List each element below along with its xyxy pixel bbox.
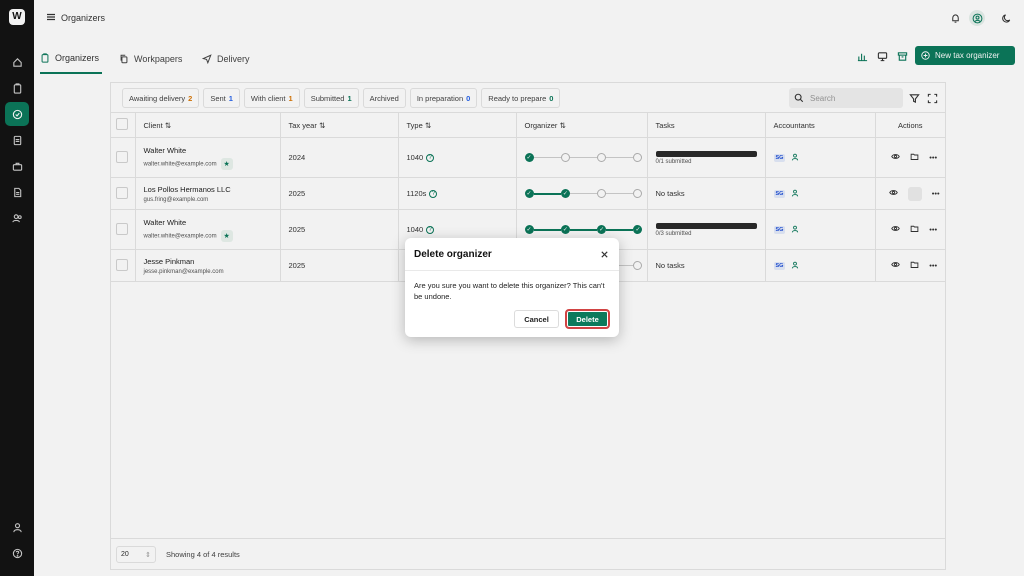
dialog-message: Are you sure you want to delete this org… [414,281,605,301]
cancel-button[interactable]: Cancel [514,310,559,328]
close-icon[interactable] [598,248,610,260]
delete-button[interactable]: Delete [565,309,610,329]
delete-organizer-dialog: Delete organizer Are you sure you want t… [405,238,619,337]
dialog-title: Delete organizer [414,249,492,260]
dialog-header: Delete organizer [405,238,619,271]
